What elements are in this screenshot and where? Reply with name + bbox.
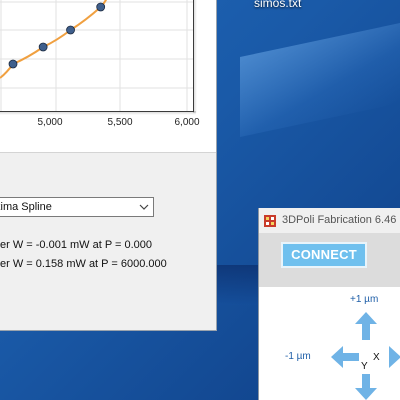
fabrication-window: 3DPoli Fabrication 6.46 I CONNECT +1 µm … [258, 208, 400, 400]
interpolation-select-value: kima Spline [0, 201, 52, 213]
plot-shadow [0, 111, 196, 115]
arrow-left-icon[interactable] [331, 346, 359, 368]
jog-step-up-label: +1 µm [350, 294, 379, 305]
x-axis-label: X [373, 352, 380, 363]
x-tick-label: 5,500 [107, 117, 133, 128]
jog-step-left-label: -1 µm [285, 351, 311, 362]
desktop-file-label[interactable]: simos.txt [254, 0, 301, 10]
x-tick-label: 6,000 [174, 117, 200, 128]
interpolation-select[interactable]: kima Spline [0, 197, 154, 217]
arrow-up-icon[interactable] [355, 312, 377, 340]
fabrication-window-title: 3DPoli Fabrication 6.46 I [282, 214, 400, 226]
connect-button[interactable]: CONNECT [281, 242, 367, 268]
plot-area: 5,000 5,500 6,000 [0, 0, 216, 153]
result-line-max: er W = 0.158 mW at P = 6000.000 [0, 258, 167, 270]
arrow-down-icon[interactable] [355, 374, 377, 400]
plot-shadow-right [193, 0, 197, 113]
app-logo-icon [264, 214, 276, 227]
x-tick-label: 5,000 [37, 117, 63, 128]
y-axis-label: Y [361, 361, 368, 372]
chevron-down-icon [139, 199, 149, 222]
fabrication-titlebar[interactable]: 3DPoli Fabrication 6.46 I [259, 208, 400, 234]
result-line-min: er W = -0.001 mW at P = 0.000 [0, 239, 153, 251]
arrow-right-icon[interactable] [389, 346, 400, 368]
fabrication-toolbar: CONNECT [259, 233, 400, 287]
calibration-window: 5,000 5,500 6,000 kima Spline er W = -0.… [0, 0, 217, 331]
plot-frame [0, 0, 194, 112]
wallpaper-light-beam [240, 22, 400, 138]
